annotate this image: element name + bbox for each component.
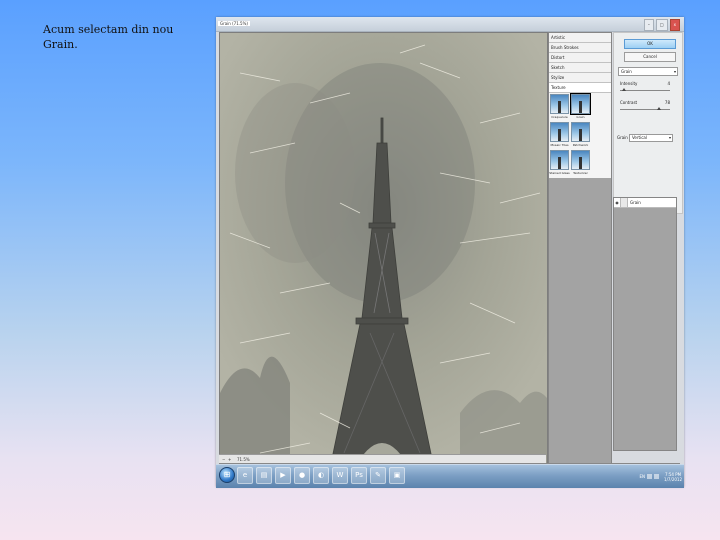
thumb-label: Stained Glass — [549, 171, 570, 175]
grain-type-select[interactable]: Vertical — [629, 134, 673, 142]
close-button[interactable]: x — [669, 19, 680, 31]
zoom-minus-button[interactable]: − — [222, 457, 225, 462]
paint-icon[interactable]: ✎ — [370, 467, 386, 484]
settings-panel: OK Cancel Grain Intensity 4 Contrast 78 … — [613, 32, 683, 214]
intensity-slider-knob[interactable] — [622, 88, 626, 91]
thumb-label: Mosaic Tiles — [550, 143, 569, 147]
preview-canvas[interactable] — [219, 32, 548, 474]
thumbnail-image — [571, 122, 590, 142]
thumb-label: Craquelure — [551, 115, 568, 119]
thumb-label: Patchwork — [572, 143, 589, 147]
clock-time: 7:54 PM — [664, 471, 682, 477]
category-stylize[interactable]: Stylize — [549, 73, 611, 83]
minimize-button[interactable]: – — [643, 19, 654, 31]
pictures-icon[interactable]: ▣ — [389, 467, 405, 484]
maximize-button[interactable]: □ — [655, 19, 668, 31]
category-brush-strokes[interactable]: Brush Strokes — [549, 43, 611, 53]
cancel-button[interactable]: Cancel — [624, 52, 676, 62]
intensity-label: Intensity — [620, 81, 638, 86]
texture-thumbnails: Craquelure Grain Mosaic Tiles Patchwork … — [549, 93, 611, 178]
thumb-label: Grain — [576, 115, 585, 119]
thumbnail-image — [571, 150, 590, 170]
thumbnail-image — [570, 93, 591, 115]
contrast-value[interactable]: 78 — [662, 100, 670, 105]
effects-panel: Artistic Brush Strokes Distort Sketch St… — [548, 32, 612, 465]
document-tab[interactable]: Grain (71.5%) — [218, 21, 250, 26]
word-icon[interactable]: W — [332, 467, 348, 484]
zoom-plus-button[interactable]: + — [228, 457, 231, 462]
intensity-value[interactable]: 4 — [662, 81, 670, 86]
network-icon[interactable] — [647, 474, 653, 479]
eiffel-tower-preview — [220, 33, 547, 473]
windows-taskbar: ⊞ e ▤ ▶ ● ◐ W Ps ✎ ▣ EN 7:54 PM 1/7/2012 — [216, 464, 684, 488]
thumb-label: Texturizer — [573, 171, 588, 175]
category-distort[interactable]: Distort — [549, 53, 611, 63]
media-player-icon[interactable]: ▶ — [275, 467, 291, 484]
taskbar-apps: e ▤ ▶ ● ◐ W Ps ✎ ▣ — [237, 467, 405, 484]
filter-select[interactable]: Grain — [618, 67, 678, 76]
contrast-label: Contrast — [620, 100, 638, 105]
ok-button[interactable]: OK — [624, 39, 676, 49]
thumbnail-image — [550, 150, 569, 170]
zoom-level[interactable]: 71.5% — [237, 457, 250, 462]
eye-icon[interactable]: ◉ — [614, 198, 621, 207]
layer-thumbnail — [621, 198, 628, 207]
clock-date: 1/7/2012 — [664, 476, 682, 482]
slide-caption: Acum selectam din nou Grain. — [43, 23, 174, 51]
category-texture[interactable]: Texture — [549, 83, 611, 93]
photoshop-icon[interactable]: Ps — [351, 467, 367, 484]
photoshop-filter-gallery-screenshot: Grain (71.5%) – □ x − + 71.5% Artistic B… — [216, 17, 684, 488]
effect-layer-row[interactable]: ◉ Grain — [614, 198, 676, 208]
window-controls: – □ x — [643, 19, 680, 31]
clock[interactable]: 7:54 PM 1/7/2012 — [664, 472, 682, 482]
language-indicator[interactable]: EN — [640, 474, 646, 479]
thumb-texturizer[interactable]: Texturizer — [571, 150, 590, 177]
ie-icon[interactable]: e — [237, 467, 253, 484]
thumb-grain[interactable]: Grain — [570, 93, 591, 121]
contrast-slider-knob[interactable] — [657, 107, 661, 110]
layer-name: Grain — [630, 200, 641, 205]
category-artistic[interactable]: Artistic — [549, 33, 611, 43]
start-button[interactable]: ⊞ — [219, 467, 235, 483]
thumbnail-image — [550, 94, 569, 114]
thumb-patchwork[interactable]: Patchwork — [571, 122, 590, 149]
effect-layers-panel: ◉ Grain — [613, 197, 677, 451]
contrast-slider[interactable] — [620, 107, 670, 110]
thumbnail-image — [550, 122, 569, 142]
system-tray: EN 7:54 PM 1/7/2012 — [640, 468, 683, 485]
thumb-mosaic-tiles[interactable]: Mosaic Tiles — [550, 122, 569, 149]
folder-icon[interactable]: ▤ — [256, 467, 272, 484]
thumb-craquelure[interactable]: Craquelure — [550, 94, 569, 121]
firefox-icon[interactable]: ◐ — [313, 467, 329, 484]
window-titlebar: Grain (71.5%) – □ x — [216, 17, 684, 32]
volume-icon[interactable] — [654, 474, 660, 479]
intensity-slider[interactable] — [620, 88, 670, 91]
category-sketch[interactable]: Sketch — [549, 63, 611, 73]
thumb-stained-glass[interactable]: Stained Glass — [549, 150, 570, 177]
chrome-icon[interactable]: ● — [294, 467, 310, 484]
